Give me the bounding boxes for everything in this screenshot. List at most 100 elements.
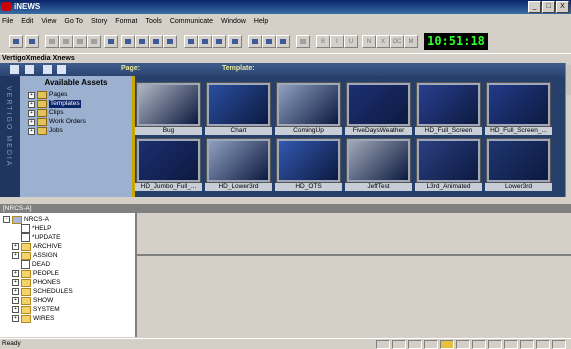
- menu-window[interactable]: Window: [221, 16, 246, 28]
- expand-icon[interactable]: +: [12, 270, 19, 277]
- abl-button[interactable]: [296, 35, 310, 48]
- template-thumbnail[interactable]: [416, 138, 481, 183]
- print-button[interactable]: [45, 35, 59, 48]
- italic-button[interactable]: I: [330, 35, 344, 48]
- info-button[interactable]: [163, 35, 177, 48]
- save-icon[interactable]: [25, 65, 34, 74]
- layout-button-1[interactable]: [184, 35, 198, 48]
- expand-icon[interactable]: +: [28, 118, 35, 126]
- search-icon[interactable]: [43, 65, 52, 74]
- underline-button[interactable]: U: [344, 35, 358, 48]
- nrcs-tree-item[interactable]: + SHOW: [12, 296, 53, 305]
- nrcs-tree-item[interactable]: + WIRES: [12, 314, 54, 323]
- find-button[interactable]: [104, 35, 118, 48]
- layout-button-6[interactable]: [262, 35, 276, 48]
- template-thumbnail[interactable]: [346, 138, 411, 183]
- folder-icon: [21, 305, 31, 314]
- nrcs-tree-item[interactable]: *UPDATE: [12, 233, 60, 242]
- new-page-icon[interactable]: [10, 65, 19, 74]
- nrcs-tree-item[interactable]: *HELP: [12, 224, 52, 233]
- tree-item-work-orders[interactable]: + Work Orders: [28, 118, 86, 126]
- layout-button-4[interactable]: [228, 35, 242, 48]
- link-button[interactable]: [121, 35, 135, 48]
- menu-view[interactable]: View: [41, 16, 56, 28]
- font-button[interactable]: [59, 35, 73, 48]
- nrcs-tree-item[interactable]: + PEOPLE: [12, 269, 59, 278]
- nrcs-tree-item[interactable]: + SCHEDULES: [12, 287, 73, 296]
- template-thumbnail-label: HD_Jumbo_Full_...: [135, 183, 202, 191]
- menu-story[interactable]: Story: [91, 16, 107, 28]
- layout-button-3[interactable]: [212, 35, 226, 48]
- notes-button[interactable]: [87, 35, 101, 48]
- expand-icon[interactable]: +: [12, 279, 19, 286]
- expand-icon[interactable]: +: [28, 100, 35, 108]
- tree-item-pages[interactable]: + Pages: [28, 91, 86, 99]
- nrcs-tree-item[interactable]: DEAD: [12, 260, 50, 269]
- collapse-icon[interactable]: -: [3, 216, 10, 223]
- layout-button-5[interactable]: [248, 35, 262, 48]
- expand-icon[interactable]: +: [12, 297, 19, 304]
- folder-icon: [21, 269, 31, 278]
- template-thumbnail[interactable]: [346, 82, 411, 127]
- bold-button[interactable]: B: [316, 35, 330, 48]
- menu-go-to[interactable]: Go To: [64, 16, 83, 28]
- expand-icon[interactable]: +: [12, 288, 19, 295]
- template-thumbnail-label: HD_Lower3rd: [205, 183, 272, 191]
- layout-button-2[interactable]: [198, 35, 212, 48]
- menu-edit[interactable]: Edit: [21, 16, 33, 28]
- nrcs-tree-item[interactable]: + ASSIGN: [12, 251, 58, 260]
- template-thumbnail[interactable]: [206, 138, 271, 183]
- vertigo-header: Page: Template:: [0, 63, 571, 76]
- cancel-button[interactable]: X: [376, 35, 390, 48]
- receive-button[interactable]: [149, 35, 163, 48]
- tree-label: Jobs: [49, 127, 63, 134]
- tree-item-clips[interactable]: + Clips: [28, 109, 86, 117]
- menu-file[interactable]: File: [2, 16, 13, 28]
- template-thumbnail-label: FiveDaysWeather: [345, 127, 412, 135]
- layout-button-7[interactable]: [276, 35, 290, 48]
- nrcs-tree-item[interactable]: + ARCHIVE: [12, 242, 62, 251]
- tree-label: Pages: [49, 91, 68, 98]
- close-button[interactable]: X: [556, 1, 569, 13]
- template-thumbnail[interactable]: [486, 82, 551, 127]
- menu-help[interactable]: Help: [254, 16, 268, 28]
- nrcs-tree-item[interactable]: + PHONES: [12, 278, 60, 287]
- template-thumbnail[interactable]: [206, 82, 271, 127]
- machine-button[interactable]: M: [404, 35, 418, 48]
- send-button[interactable]: [135, 35, 149, 48]
- template-thumbnail[interactable]: [416, 82, 481, 127]
- template-thumbnail[interactable]: [486, 138, 551, 183]
- oc-button[interactable]: OC: [390, 35, 404, 48]
- expand-icon[interactable]: +: [28, 109, 35, 117]
- nrcs-root-item[interactable]: - NRCS-A: [3, 215, 49, 224]
- story-view-button[interactable]: [25, 35, 39, 48]
- queue-view-button[interactable]: [9, 35, 23, 48]
- maximize-button[interactable]: □: [542, 1, 555, 13]
- tree-item-jobs[interactable]: + Jobs: [28, 127, 86, 135]
- expand-icon[interactable]: +: [28, 127, 35, 135]
- template-thumbnail[interactable]: [276, 138, 341, 183]
- expand-icon[interactable]: +: [12, 252, 19, 259]
- tree-item-templates[interactable]: + Templates: [28, 100, 86, 108]
- template-thumbnail[interactable]: [136, 82, 201, 127]
- menu-format[interactable]: Format: [115, 16, 137, 28]
- vertigo-scrollbar[interactable]: [565, 63, 571, 197]
- template-preview-image: [209, 85, 268, 124]
- expand-icon[interactable]: +: [28, 91, 35, 99]
- nrcs-item-label: SHOW: [33, 297, 54, 304]
- menu-communicate[interactable]: Communicate: [170, 16, 213, 28]
- minimize-button[interactable]: _: [528, 1, 541, 13]
- spell-check-button[interactable]: [73, 35, 87, 48]
- edit-icon[interactable]: [57, 65, 66, 74]
- expand-icon[interactable]: +: [12, 315, 19, 322]
- expand-icon[interactable]: +: [12, 306, 19, 313]
- pane-splitter[interactable]: [132, 76, 135, 197]
- expand-icon[interactable]: +: [12, 243, 19, 250]
- menu-tools[interactable]: Tools: [145, 16, 161, 28]
- folder-icon: [21, 296, 31, 305]
- nrcs-tree-item[interactable]: + SYSTEM: [12, 305, 60, 314]
- template-thumbnail[interactable]: [276, 82, 341, 127]
- template-thumbnail[interactable]: [136, 138, 201, 183]
- template-thumbnail-grid: Bug Chart ComingUp FiveDaysWeather HD_Full_S…: [135, 82, 566, 194]
- normal-button[interactable]: N: [362, 35, 376, 48]
